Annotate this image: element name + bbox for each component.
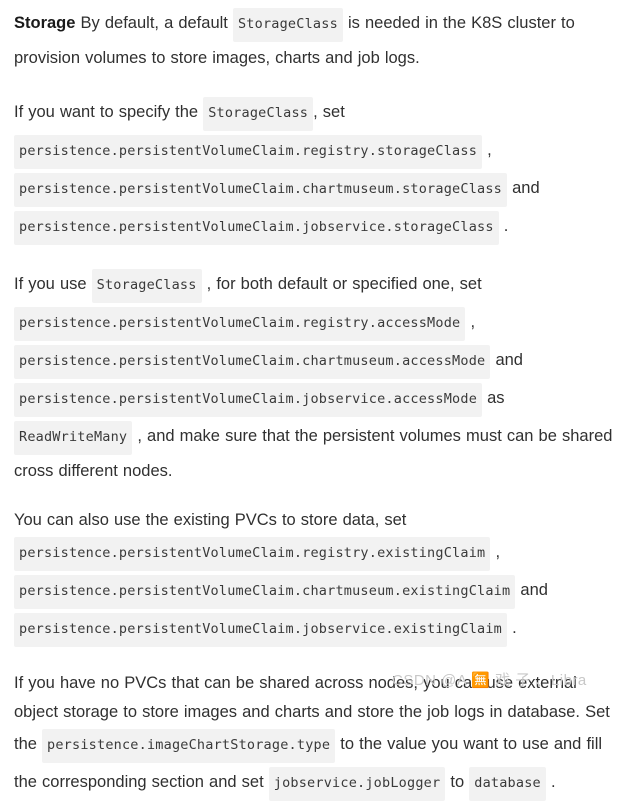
text-run: .: [498, 217, 509, 235]
paragraph-specify-storageclass: If you want to specify the StorageClass,…: [14, 95, 617, 247]
inline-code: persistence.persistentVolumeClaim.jobser…: [14, 211, 499, 245]
inline-code: persistence.persistentVolumeClaim.jobser…: [14, 383, 483, 417]
text-run: .: [545, 773, 556, 791]
text-run: , for both default or specified one, set: [201, 275, 482, 293]
inline-code: persistence.persistentVolumeClaim.jobser…: [14, 613, 508, 647]
text-run: and: [490, 351, 523, 369]
text-run: By default, a default: [75, 14, 233, 32]
text-run: as: [482, 389, 505, 407]
text-run: If you want to specify the: [14, 103, 204, 121]
text-run: and: [515, 581, 548, 599]
paragraph-heading: Storage: [14, 14, 76, 32]
inline-code: jobservice.jobLogger: [268, 767, 446, 801]
text-run: and: [507, 179, 540, 197]
inline-code: persistence.persistentVolumeClaim.chartm…: [14, 575, 516, 609]
inline-code: persistence.persistentVolumeClaim.regist…: [14, 307, 466, 341]
paragraph-accessmode: If you use StorageClass , for both defau…: [14, 267, 617, 486]
text-run: ,: [482, 141, 492, 159]
inline-code: persistence.persistentVolumeClaim.regist…: [14, 135, 483, 169]
inline-code: database: [469, 767, 546, 801]
inline-code: StorageClass: [232, 8, 343, 42]
inline-code: StorageClass: [203, 97, 314, 131]
inline-code: StorageClass: [91, 269, 202, 303]
paragraph-storage-intro: Storage By default, a default StorageCla…: [14, 6, 617, 73]
paragraph-existing-pvc: You can also use the existing PVCs to st…: [14, 506, 617, 649]
inline-code: ReadWriteMany: [14, 421, 133, 455]
text-run: You can also use the existing PVCs to st…: [14, 511, 407, 529]
inline-code: persistence.persistentVolumeClaim.regist…: [14, 537, 491, 571]
watermark-text: CSDN @A 🈚 戏 子 、Libra: [392, 672, 587, 689]
text-run: .: [507, 619, 517, 637]
inline-code: persistence.persistentVolumeClaim.chartm…: [14, 345, 491, 379]
text-run: If you use: [14, 275, 92, 293]
text-run: to: [445, 773, 470, 791]
inline-code: persistence.persistentVolumeClaim.chartm…: [14, 173, 508, 207]
text-run: , set: [313, 103, 345, 121]
inline-code: persistence.imageChartStorage.type: [42, 729, 336, 763]
text-run: ,: [490, 543, 501, 561]
text-run: ,: [465, 313, 476, 331]
